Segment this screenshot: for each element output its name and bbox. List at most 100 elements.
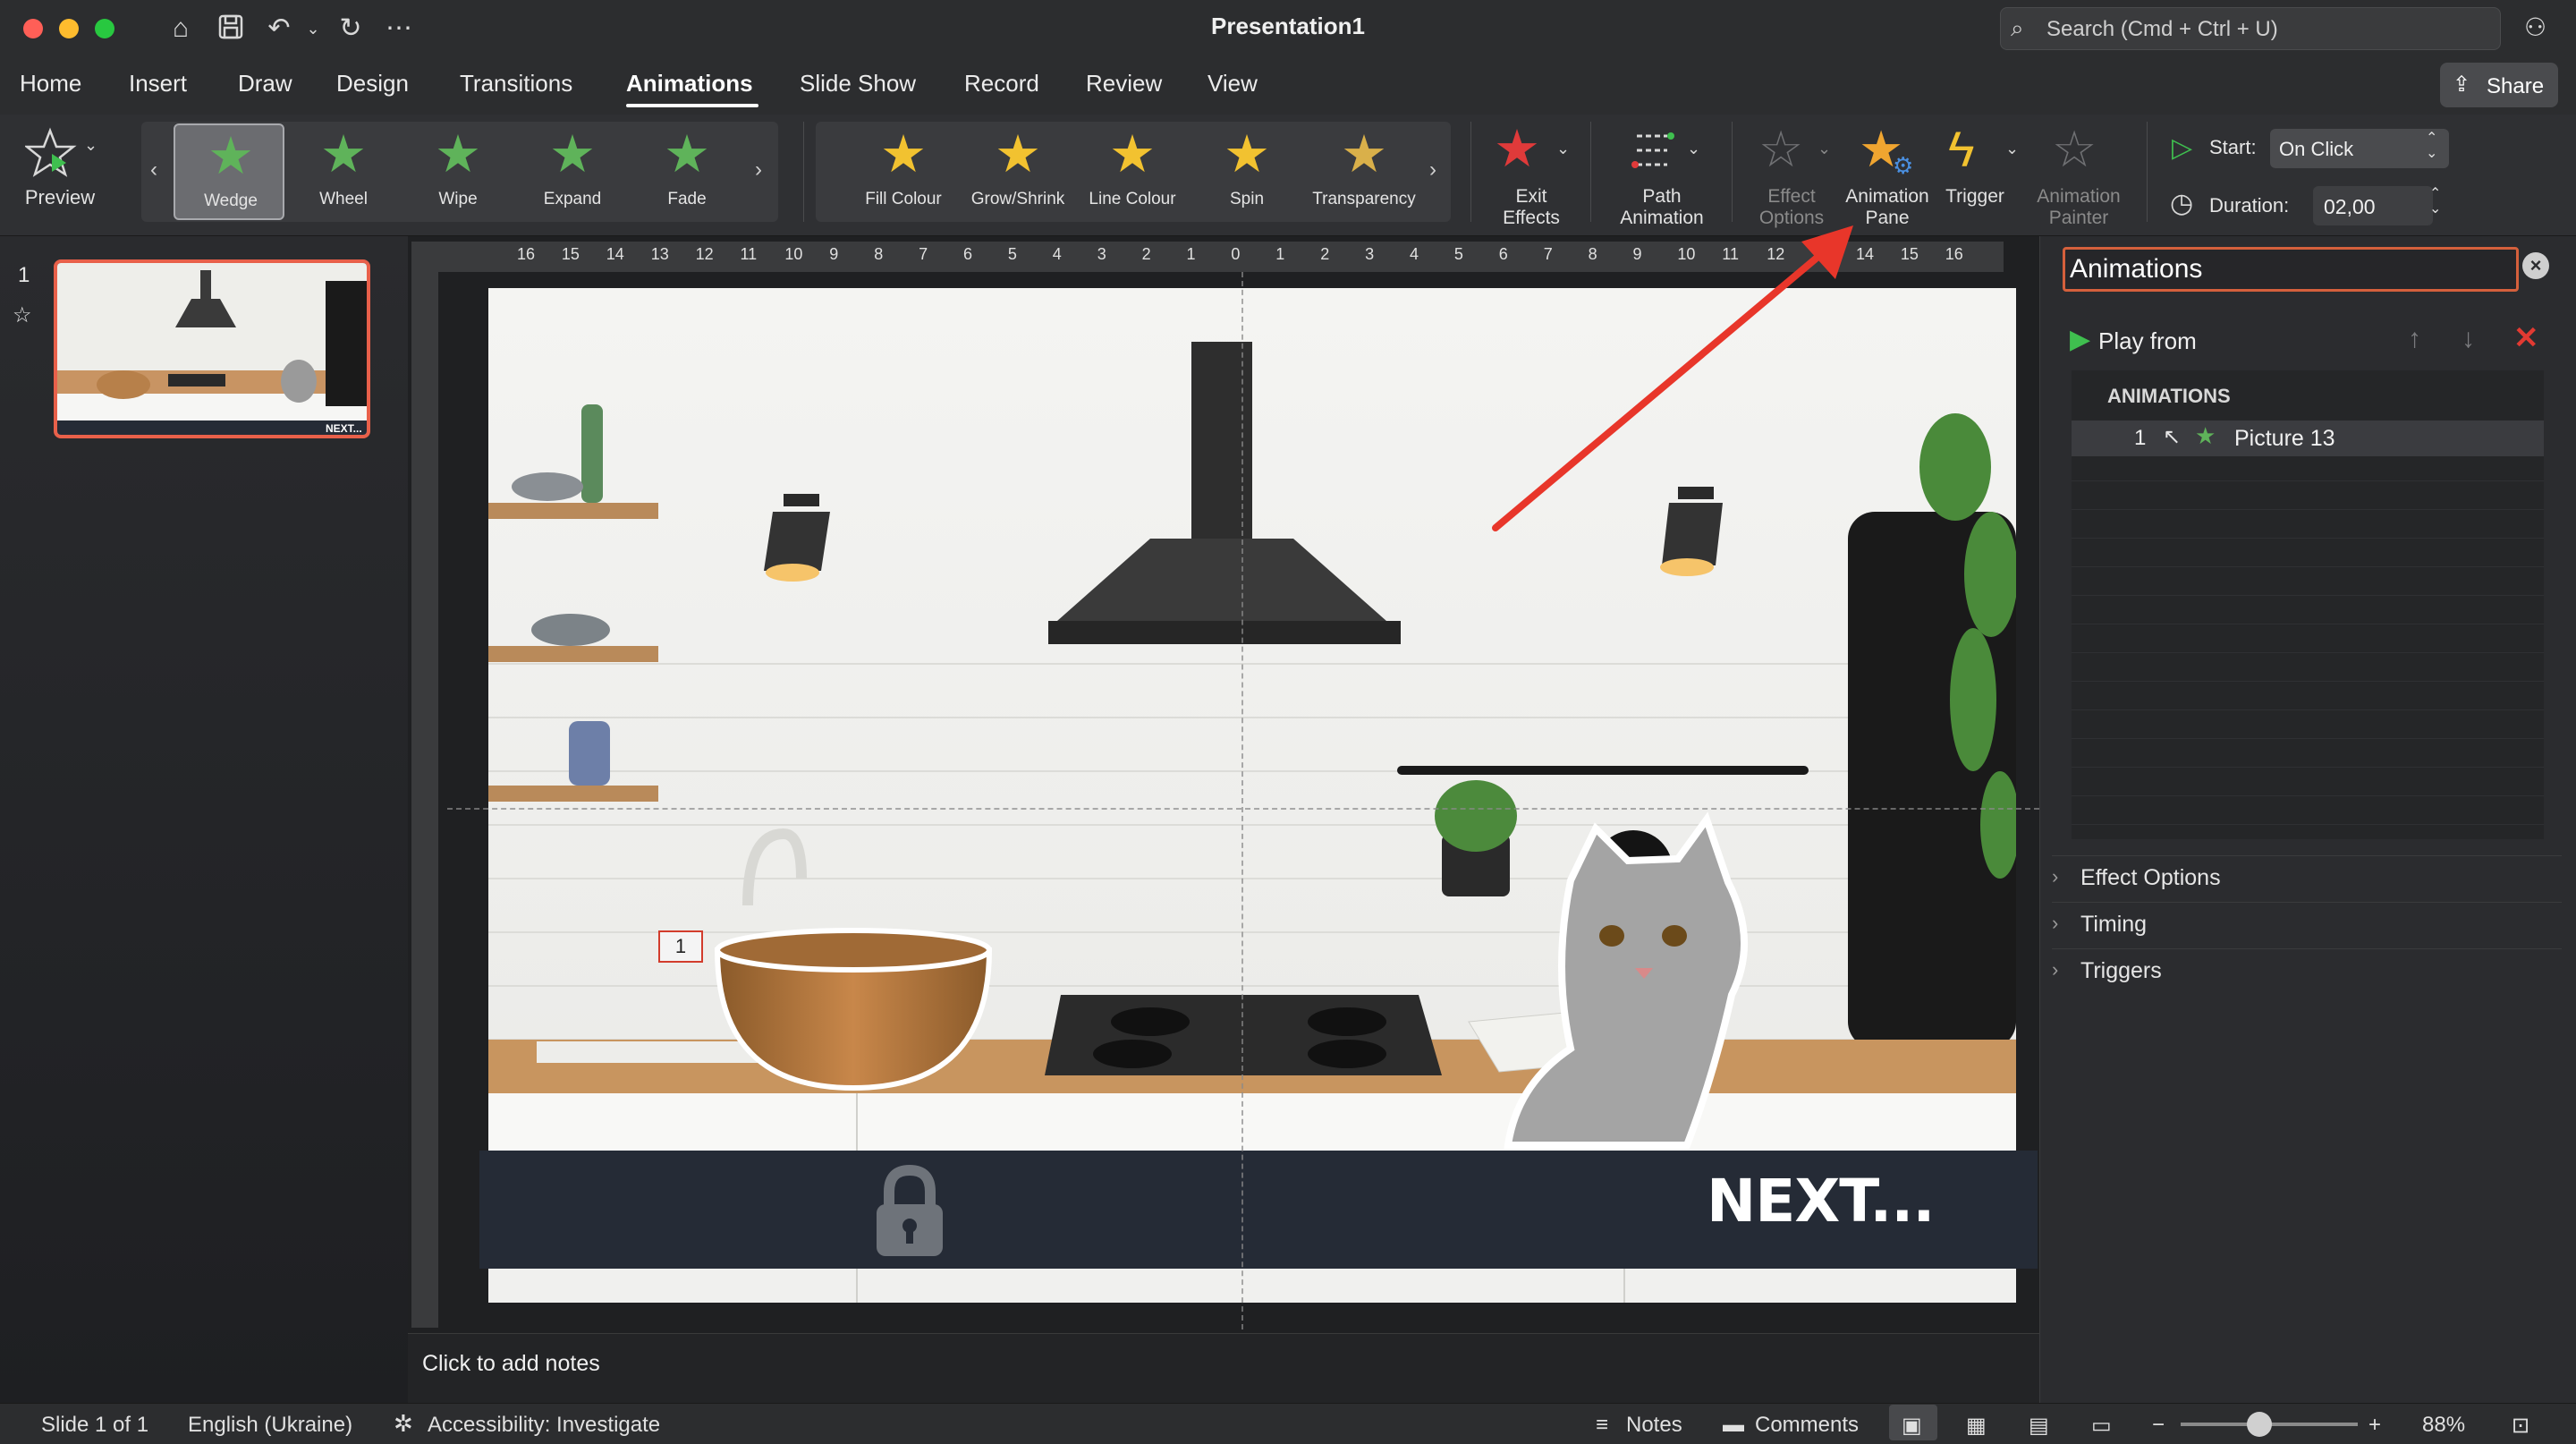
tab-draw[interactable]: Draw [238,70,292,98]
tab-home[interactable]: Home [20,70,81,98]
ruler-tick-label: 5 [1453,245,1463,263]
start-label: Start: [2209,136,2257,158]
fill-colour-star-icon: ★ [880,125,927,183]
exit-dropdown-icon: ⌄ [1556,140,1571,157]
fit-to-window-icon[interactable]: ⊡ [2512,1413,2529,1439]
ruler-tick-label: 4 [1052,245,1062,263]
effect-wedge[interactable]: ★ Wedge [174,123,284,220]
trigger-lightning-icon: ϟ [1948,121,1975,177]
list-row [2072,510,2544,539]
accessibility-icon: ✲ [394,1410,413,1437]
zoom-out-icon[interactable]: − [2152,1413,2165,1438]
tab-slide-show[interactable]: Slide Show [800,70,916,98]
zoom-slider-handle[interactable] [2247,1412,2272,1437]
tab-record[interactable]: Record [964,70,1039,98]
list-row [2072,624,2544,653]
red-arrow-annotation [1492,225,1853,531]
effect-fill-colour-label: Fill Colour [865,190,942,208]
ruler-tick-label: 1 [1186,245,1196,263]
slide-thumbnail-1[interactable]: NEXT... [54,259,370,438]
comments-icon: ▬ [1723,1413,1744,1437]
chevron-right-icon: › [2052,865,2059,888]
tab-design[interactable]: Design [336,70,409,98]
close-pane-icon[interactable]: × [2522,252,2549,279]
section-timing[interactable]: › Timing [2052,902,2562,945]
accessibility-status[interactable]: Accessibility: Investigate [428,1413,660,1438]
duration-clock-icon: ◷ [2170,189,2194,218]
gallery-next-icon[interactable]: › [755,157,762,183]
notes-pane[interactable] [408,1333,2039,1403]
effect-transparency[interactable]: ★ Transparency [1306,123,1422,220]
tab-view[interactable]: View [1208,70,1258,98]
move-up-icon[interactable]: ↑ [2408,324,2421,354]
slide-show-icon[interactable]: ▭ [2091,1413,2112,1439]
zoom-level[interactable]: 88% [2422,1413,2465,1438]
preview-button[interactable]: ⌄ Preview [20,123,100,220]
emphasis-next-icon[interactable]: › [1429,157,1436,183]
save-icon[interactable] [215,13,247,45]
ruler-tick-label: 15 [561,245,580,263]
effect-wheel-label: Wheel [319,190,368,208]
effect-fill-colour[interactable]: ★ Fill Colour [848,123,959,220]
tab-animations[interactable]: Animations [626,70,753,98]
ribbon-separator [2147,122,2148,222]
animation-order-tag[interactable]: 1 [658,930,703,963]
effect-expand[interactable]: ★ Expand [517,123,628,220]
ruler-tick-label: 8 [874,245,884,263]
tab-transitions[interactable]: Transitions [460,70,572,98]
more-icon[interactable]: ⋯ [383,13,415,45]
duration-stepper-icon[interactable]: ⌃ ⌄ [2429,186,2441,217]
collaborate-icon[interactable]: ⚇ [2524,13,2546,42]
section-triggers-label: Triggers [2080,958,2162,983]
redo-icon[interactable]: ↻ [335,13,367,45]
zoom-in-icon[interactable]: + [2368,1413,2381,1438]
vertical-guide[interactable] [1241,272,1243,1329]
home-icon[interactable]: ⌂ [165,13,197,45]
slide-counter: Slide 1 of 1 [41,1413,149,1437]
effect-line-colour[interactable]: ★ Line Colour [1077,123,1188,220]
animation-painter-button[interactable]: ☆ Animation Painter [2025,122,2132,233]
effect-wheel[interactable]: ★ Wheel [288,123,399,220]
ruler-tick-label: 10 [784,245,803,263]
exit-effects-label-1: Exit [1515,186,1547,207]
zoom-window-button[interactable] [95,19,114,38]
language-indicator[interactable]: English (Ukraine) [188,1413,352,1438]
reading-view-icon[interactable]: ▤ [2029,1413,2049,1439]
animation-pane-label-1: Animation [1845,186,1929,207]
transparency-star-icon: ★ [1341,125,1387,183]
undo-dropdown-icon[interactable]: ⌄ [297,13,329,45]
play-from-button[interactable]: Play from [2098,327,2197,355]
duration-value: 02,00 [2324,195,2376,218]
ruler-tick-label: 4 [1410,245,1419,263]
tab-review[interactable]: Review [1086,70,1162,98]
start-play-icon: ▷ [2172,133,2193,163]
effect-spin[interactable]: ★ Spin [1191,123,1302,220]
tab-insert[interactable]: Insert [129,70,187,98]
notes-toggle[interactable]: Notes [1626,1413,1682,1438]
remove-animation-icon[interactable]: ✕ [2513,320,2539,356]
move-down-icon[interactable]: ↓ [2462,324,2475,354]
ruler-tick-label: 14 [606,245,624,263]
horizontal-guide[interactable] [447,808,2039,810]
effect-transparency-label: Transparency [1312,190,1416,208]
effect-fade[interactable]: ★ Fade [631,123,742,220]
slide-sorter-icon[interactable]: ▦ [1966,1413,1987,1439]
thumbnail-number: 1 [18,263,30,287]
search-icon: ⌕ [2011,14,2024,41]
section-effect-options[interactable]: › Effect Options [2052,855,2562,898]
effect-grow-shrink[interactable]: ★ Grow/Shrink [962,123,1073,220]
comments-toggle[interactable]: Comments [1755,1413,1859,1438]
effect-wipe[interactable]: ★ Wipe [402,123,513,220]
ruler-tick-label: 0 [1231,245,1241,263]
section-triggers[interactable]: › Triggers [2052,948,2562,991]
close-window-button[interactable] [23,19,43,38]
trigger-button[interactable]: ϟ ⌄ Trigger [1937,122,2023,233]
notes-placeholder: Click to add notes [422,1351,600,1376]
duration-label: Duration: [2209,194,2290,217]
ruler-tick-label: 16 [1945,245,1963,263]
gallery-prev-icon[interactable]: ‹ [150,157,157,183]
undo-icon[interactable]: ↶ [263,13,295,45]
minimize-window-button[interactable] [59,19,79,38]
notes-icon: ≡ [1596,1413,1609,1437]
active-tab-indicator [626,104,758,107]
